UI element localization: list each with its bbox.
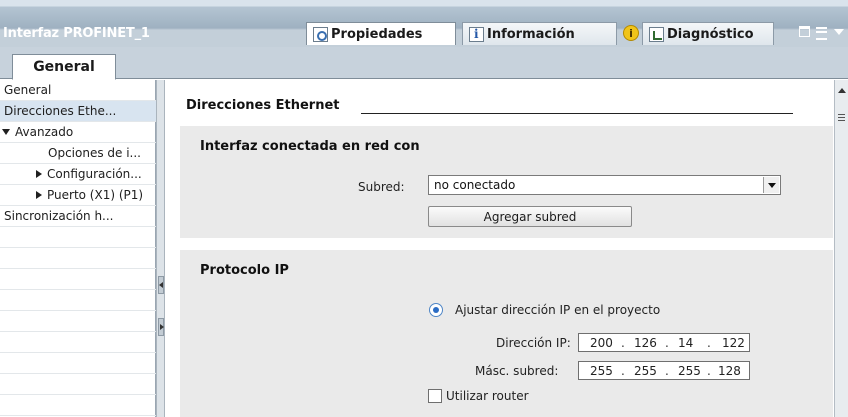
tab-diagnostics[interactable]: Diagnóstico [642, 22, 774, 45]
nav-empty-row [0, 248, 156, 269]
nav-empty-row [0, 332, 156, 353]
nav-item-label: Avanzado [15, 125, 74, 139]
nav-item-label: Opciones de i... [48, 146, 141, 160]
nav-empty-row [0, 353, 156, 374]
ip-address-field[interactable]: 200 . 126 . 14 . 122 [578, 333, 750, 352]
tab-properties[interactable]: Propiedades [306, 22, 456, 45]
collapse-arrow-icon[interactable] [36, 170, 42, 178]
ip-octet-4: 122 [722, 336, 745, 350]
chevron-down-icon[interactable] [833, 26, 844, 37]
ip-dot: . [621, 336, 625, 350]
set-ip-in-project-radio[interactable] [429, 303, 443, 317]
expand-arrow-icon[interactable] [2, 129, 10, 135]
use-router-checkbox[interactable] [428, 389, 442, 403]
restore-icon[interactable] [799, 26, 810, 37]
nav-item-interface-options[interactable]: Opciones de i... [0, 143, 156, 164]
nav-item-general[interactable]: General [0, 80, 156, 101]
tab-properties-label: Propiedades [331, 26, 423, 42]
ip-dot: . [707, 336, 711, 350]
section-title: Direcciones Ethernet [186, 98, 340, 113]
subtab-general[interactable]: General [12, 54, 116, 80]
mask-octet-1: 255 [590, 364, 613, 378]
collapse-arrow-icon[interactable] [36, 191, 42, 199]
nav-empty-row [0, 311, 156, 332]
diagnostics-icon [649, 26, 664, 42]
ip-octet-1: 200 [590, 336, 613, 350]
nav-item-advanced[interactable]: Avanzado [0, 122, 156, 143]
network-panel-title: Interfaz conectada en red con [200, 139, 420, 154]
add-subnet-button[interactable]: Agregar subred [428, 206, 632, 227]
expand-right-icon[interactable] [158, 318, 164, 336]
nav-empty-row [0, 374, 156, 395]
mask-octet-3: 255 [678, 364, 701, 378]
subnet-mask-field[interactable]: 255 . 255 . 255 . 128 [578, 361, 750, 380]
nav-item-label: General [4, 83, 52, 97]
nav-item-time-sync[interactable]: Sincronización h... [0, 206, 156, 227]
collapse-left-icon[interactable] [158, 276, 164, 294]
mask-octet-2: 255 [634, 364, 657, 378]
panel-splitter[interactable] [156, 80, 165, 417]
ip-address-label: Dirección IP: [496, 336, 571, 350]
mask-dot: . [621, 364, 625, 378]
subnet-mask-label: Másc. subred: [475, 364, 559, 378]
nav-item-label: Puerto (X1) (P1) [47, 188, 144, 202]
use-router-label: Utilizar router [446, 389, 529, 403]
inspector-titlebar: Interfaz PROFINET_1 Propiedades Informac… [0, 0, 848, 47]
tab-info[interactable]: Información [462, 22, 617, 45]
subnet-select[interactable]: no conectado [428, 175, 781, 195]
ip-dot: . [665, 336, 669, 350]
properties-content: Direcciones Ethernet Interfaz conectada … [166, 80, 834, 417]
set-ip-radio-label: Ajustar dirección IP en el proyecto [455, 303, 661, 317]
section-divider [361, 113, 793, 114]
warning-icon[interactable]: i [623, 25, 639, 41]
window-title: Interfaz PROFINET_1 [3, 26, 150, 41]
nav-item-port-x1-p1[interactable]: Puerto (X1) (P1) [0, 185, 156, 206]
window-controls [799, 26, 844, 40]
properties-icon [313, 26, 328, 42]
nav-item-label: Direcciones Ethe... [4, 104, 117, 118]
nav-empty-row [0, 395, 156, 416]
ip-panel-title: Protocolo IP [200, 263, 289, 278]
nav-item-label: Sincronización h... [4, 209, 114, 223]
nav-empty-row [0, 227, 156, 248]
property-navigation: General Direcciones Ethe... Avanzado Opc… [0, 80, 156, 417]
tab-info-label: Información [487, 26, 575, 42]
nav-empty-row [0, 290, 156, 311]
info-icon [469, 26, 484, 42]
ip-octet-3: 14 [678, 336, 694, 350]
subtab-strip: General [0, 47, 848, 80]
subnet-label: Subred: [358, 180, 405, 194]
chevron-down-icon[interactable] [763, 177, 779, 193]
scroll-thumb-grip-icon[interactable] [838, 114, 845, 121]
subnet-value: no conectado [434, 178, 516, 192]
nav-item-label: Configuración... [47, 167, 142, 181]
mask-dot: . [707, 364, 711, 378]
vertical-scrollbar[interactable] [834, 80, 848, 417]
ip-octet-2: 126 [634, 336, 657, 350]
layout-menu-icon[interactable] [816, 26, 827, 40]
nav-empty-row [0, 269, 156, 290]
nav-item-configuration[interactable]: Configuración... [0, 164, 156, 185]
nav-item-ethernet-addresses[interactable]: Direcciones Ethe... [0, 101, 156, 122]
mask-octet-4: 128 [718, 364, 741, 378]
mask-dot: . [665, 364, 669, 378]
tab-diagnostics-label: Diagnóstico [667, 26, 754, 42]
scroll-up-icon[interactable] [836, 84, 847, 98]
